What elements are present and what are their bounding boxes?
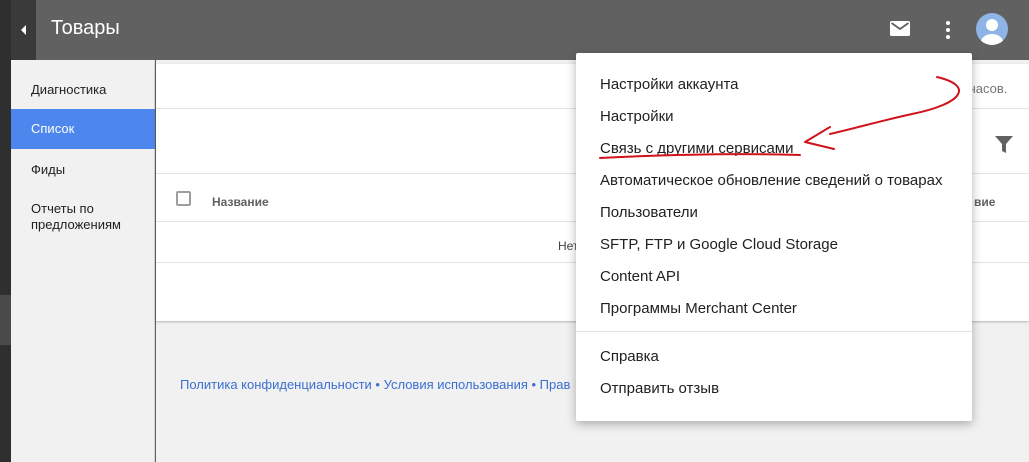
menu-item-send-feedback[interactable]: Отправить отзыв (600, 380, 719, 397)
menu-item-users[interactable]: Пользователи (600, 204, 698, 221)
select-all-checkbox[interactable] (176, 191, 191, 206)
menu-item-content-api[interactable]: Content API (600, 268, 680, 285)
back-button[interactable] (11, 0, 36, 60)
avatar-icon (981, 19, 1003, 45)
menu-item-merchant-center-programs[interactable]: Программы Merchant Center (600, 300, 797, 317)
back-arrow-icon (21, 25, 26, 35)
sidebar-item-diagnostics[interactable]: Диагностика (11, 80, 155, 100)
mail-icon[interactable] (890, 21, 910, 36)
footer-separator: • (527, 377, 540, 392)
footer-links: Политика конфиденциальности • Условия ис… (180, 377, 570, 392)
sidebar-item-offer-reports[interactable]: Отчеты по предложениям (11, 201, 135, 233)
filter-icon[interactable] (995, 136, 1013, 154)
window-edge (0, 0, 11, 462)
terms-of-use-link[interactable]: Условия использования (384, 377, 528, 392)
settings-menu: Настройки аккаунта Настройки Связь с дру… (576, 53, 972, 421)
app-bar: Товары (11, 0, 1029, 60)
menu-item-account-settings[interactable]: Настройки аккаунта (600, 76, 739, 93)
menu-item-sftp-ftp-gcs[interactable]: SFTP, FTP и Google Cloud Storage (600, 236, 838, 253)
column-header-partial[interactable]: вие (974, 195, 995, 209)
menu-item-help[interactable]: Справка (600, 348, 659, 365)
rules-link[interactable]: Прав (540, 377, 571, 392)
sidebar-item-list[interactable]: Список (11, 109, 155, 149)
avatar[interactable] (976, 13, 1008, 45)
sidebar: Диагностика Список Фиды Отчеты по предло… (11, 60, 155, 462)
page-title: Товары (51, 17, 120, 39)
column-header-name[interactable]: Название (212, 195, 269, 209)
footer-separator: • (371, 377, 384, 392)
sidebar-item-feeds[interactable]: Фиды (11, 160, 155, 180)
menu-item-auto-updates[interactable]: Автоматическое обновление сведений о тов… (600, 172, 942, 189)
status-text: часов. (969, 81, 1008, 96)
more-vertical-icon[interactable] (939, 20, 957, 40)
window-edge-marker (0, 295, 11, 345)
menu-divider (576, 331, 972, 332)
menu-item-linked-services[interactable]: Связь с другими сервисами (600, 140, 793, 157)
privacy-policy-link[interactable]: Политика конфиденциальности (180, 377, 372, 392)
menu-item-settings[interactable]: Настройки (600, 108, 674, 125)
